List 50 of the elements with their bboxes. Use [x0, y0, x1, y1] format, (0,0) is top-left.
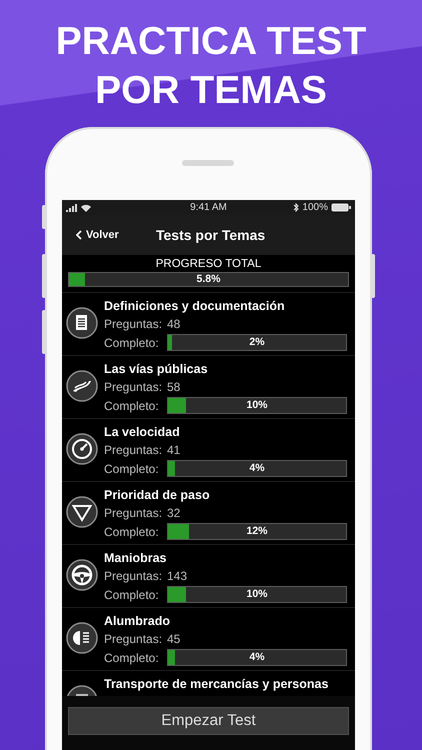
topic-title: Definiciones y documentación [104, 298, 286, 314]
back-button[interactable]: Volver [62, 229, 119, 241]
total-progress-label: PROGRESO TOTAL [154, 257, 262, 272]
screen-title: Tests por Temas [156, 226, 266, 245]
topic-title: Las vías públicas [104, 361, 209, 377]
questions-count: 45 [167, 632, 180, 646]
speedometer-icon [66, 433, 98, 465]
topic-title: Transporte de mercancías y personas [104, 676, 330, 692]
document-icon [66, 307, 98, 339]
complete-label: Completo: [104, 650, 160, 664]
progress-reading: 5.8% [196, 273, 222, 286]
questions-label: Preguntas: [104, 506, 164, 520]
progress-reading: 10% [245, 398, 268, 413]
topic-title: Maniobras [104, 550, 168, 566]
topic-title: La velocidad [104, 424, 181, 440]
questions-count: 48 [167, 316, 180, 330]
progress-reading: 10% [245, 587, 268, 602]
questions-label: Preguntas: [104, 632, 164, 646]
wifi-icon [81, 204, 91, 212]
questions-label: Preguntas: [104, 568, 164, 582]
topic-title: Alumbrado [104, 613, 171, 629]
progress-reading: 4% [248, 461, 266, 476]
questions-label: Preguntas: [104, 380, 164, 394]
complete-label: Completo: [104, 462, 160, 476]
chevron-left-icon [76, 230, 82, 240]
topic-title: Prioridad de paso [104, 487, 211, 503]
questions-label: Preguntas: [104, 316, 164, 330]
complete-label: Completo: [104, 398, 160, 412]
questions-label: Preguntas: [104, 442, 164, 456]
battery-icon [330, 203, 351, 212]
headline: PRACTICA TEST [54, 19, 368, 65]
bluetooth-icon [293, 203, 300, 212]
headlight-icon [66, 622, 98, 654]
status-time: 9:41 AM [190, 202, 227, 213]
steering-wheel-icon [66, 559, 98, 591]
signal-icon [66, 204, 78, 212]
progress-reading: 4% [248, 650, 266, 665]
complete-label: Completo: [104, 336, 160, 350]
headline: POR TEMAS [94, 68, 328, 114]
progress-reading: 2% [248, 335, 266, 350]
battery-level: 100% [302, 202, 328, 213]
complete-label: Completo: [104, 588, 160, 602]
questions-count: 143 [167, 568, 188, 582]
questions-count: 58 [167, 380, 180, 394]
progress-reading: 12% [245, 524, 268, 539]
questions-count: 32 [167, 506, 180, 520]
complete-label: Completo: [104, 524, 160, 538]
road-icon [66, 370, 98, 402]
questions-count: 41 [167, 442, 180, 456]
start-test-button[interactable]: Empezar Test [68, 707, 349, 735]
